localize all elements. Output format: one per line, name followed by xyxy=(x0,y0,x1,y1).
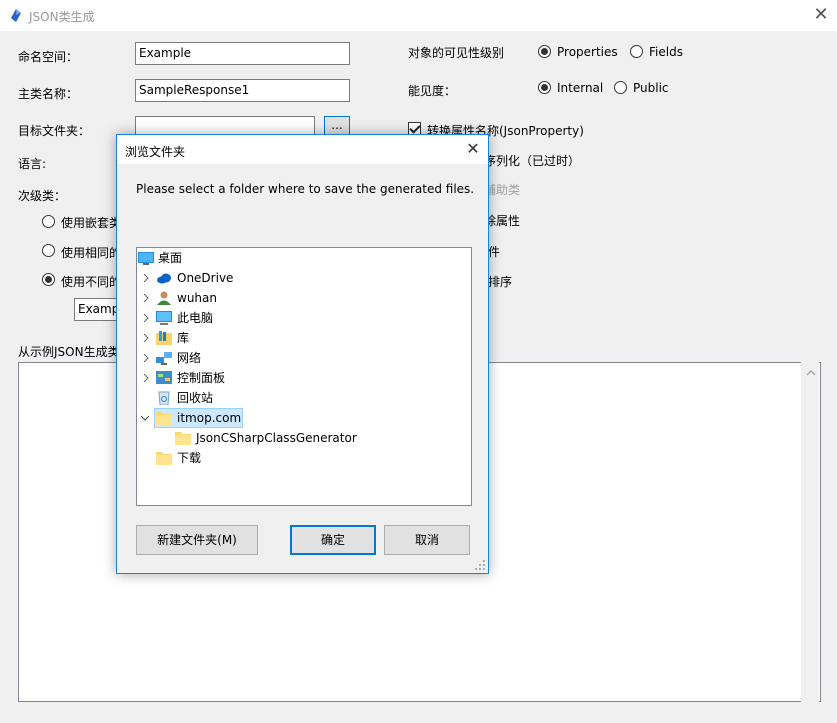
option-remove-attribute-partial: 除属性 xyxy=(484,214,521,228)
secondary-option-radio-1[interactable] xyxy=(42,244,55,257)
network-icon xyxy=(156,352,172,365)
tree-item-label: 网络 xyxy=(177,351,202,365)
folder-tree[interactable]: 桌面 OneDrive wuhan 此电脑 库 网络 控制面板 回收站 itmo… xyxy=(136,247,472,506)
app-icon xyxy=(11,9,21,22)
secondary-option-label-2: 使用不同的 xyxy=(61,275,122,289)
folder-icon xyxy=(156,412,172,425)
scroll-up-icon[interactable] xyxy=(806,369,816,377)
secondary-option-label-0: 使用嵌套类 xyxy=(61,216,122,230)
chevron-right-icon[interactable] xyxy=(142,314,150,322)
close-icon[interactable]: ✕ xyxy=(810,4,832,26)
chevron-right-icon[interactable] xyxy=(142,354,150,362)
desktop-icon xyxy=(138,252,154,265)
option-sort-partial: 排序 xyxy=(488,275,513,289)
tree-item-label: OneDrive xyxy=(177,271,234,285)
from-json-label: 从示例JSON生成类 xyxy=(18,345,120,359)
tree-item-library[interactable]: 库 xyxy=(137,328,471,348)
tree-item-label: 下载 xyxy=(177,451,202,465)
target-folder-label: 目标文件夹： xyxy=(18,124,91,138)
ok-button[interactable]: 确定 xyxy=(290,525,376,555)
folder-icon xyxy=(175,432,191,445)
tree-item-label: 控制面板 xyxy=(177,371,226,385)
chevron-right-icon[interactable] xyxy=(142,274,150,282)
dialog-title: 浏览文件夹 xyxy=(125,145,186,159)
tree-item-control-panel[interactable]: 控制面板 xyxy=(137,368,471,388)
dialog-title-bar: 浏览文件夹 ✕ xyxy=(117,135,488,164)
chevron-right-icon[interactable] xyxy=(142,374,150,382)
tree-item-label: 桌面 xyxy=(158,251,183,265)
onedrive-cloud-icon xyxy=(157,273,171,284)
access-internal-radio[interactable] xyxy=(538,81,551,94)
visibility-fields-radio[interactable] xyxy=(630,45,643,58)
control-panel-icon xyxy=(156,371,172,384)
tree-item-itmop[interactable]: itmop.com xyxy=(137,408,471,428)
user-icon xyxy=(157,291,171,305)
tree-item-user[interactable]: wuhan xyxy=(137,288,471,308)
tree-item-label: wuhan xyxy=(177,291,217,305)
visibility-label: 对象的可见性级别 xyxy=(408,46,505,60)
tree-item-onedrive[interactable]: OneDrive xyxy=(137,268,471,288)
tree-item-label: JsonCSharpClassGenerator xyxy=(196,431,357,445)
access-internal-label: Internal xyxy=(557,81,604,95)
browse-folder-dialog: 浏览文件夹 ✕ Please select a folder where to … xyxy=(116,134,489,574)
dialog-description: Please select a folder where to save the… xyxy=(136,182,475,196)
library-icon xyxy=(156,331,172,345)
secondary-option-radio-0[interactable] xyxy=(42,215,55,228)
main-class-label: 主类名称： xyxy=(18,87,79,101)
namespace-label: 命名空间： xyxy=(18,50,79,64)
chevron-right-icon[interactable] xyxy=(142,334,150,342)
folder-icon xyxy=(156,452,172,465)
tree-item-recycle-bin[interactable]: 回收站 xyxy=(137,388,471,408)
tree-item-label: 回收站 xyxy=(177,391,214,405)
chevron-right-icon[interactable] xyxy=(142,294,150,302)
tree-item-downloads[interactable]: 下载 xyxy=(137,448,471,468)
tree-item-label: 库 xyxy=(177,331,190,345)
window-title: JSON类生成 xyxy=(29,10,95,24)
new-folder-button[interactable]: 新建文件夹(M) xyxy=(136,525,258,555)
recycle-bin-icon xyxy=(158,391,170,405)
option-helper-class-partial: 辅助类 xyxy=(484,183,521,197)
main-class-input[interactable]: SampleResponse1 xyxy=(135,79,350,102)
option-serialization-partial: 序列化（已过时） xyxy=(484,154,581,168)
tree-item-label: itmop.com xyxy=(177,411,242,425)
visibility-properties-radio[interactable] xyxy=(538,45,551,58)
vertical-scrollbar[interactable] xyxy=(801,362,819,702)
namespace-input[interactable]: Example xyxy=(135,42,350,65)
chevron-down-icon[interactable] xyxy=(141,414,149,422)
access-public-radio[interactable] xyxy=(614,81,627,94)
option-file-partial: 件 xyxy=(488,245,501,259)
visibility-properties-label: Properties xyxy=(557,45,618,59)
tree-item-network[interactable]: 网络 xyxy=(137,348,471,368)
visibility-fields-label: Fields xyxy=(649,45,683,59)
tree-item-desktop[interactable]: 桌面 xyxy=(137,248,471,268)
secondary-option-label-1: 使用相同的 xyxy=(61,246,122,260)
tree-item-jsoncsharp[interactable]: JsonCSharpClassGenerator xyxy=(137,428,471,448)
cancel-button[interactable]: 取消 xyxy=(384,525,470,555)
secondary-class-label: 次级类： xyxy=(18,189,67,203)
tree-item-this-pc[interactable]: 此电脑 xyxy=(137,308,471,328)
resize-grip-icon[interactable] xyxy=(475,560,486,571)
computer-icon xyxy=(156,311,172,325)
title-bar: JSON类生成 ✕ xyxy=(0,0,837,31)
access-label: 能见度： xyxy=(408,84,457,98)
access-public-label: Public xyxy=(633,81,669,95)
secondary-option-radio-2[interactable] xyxy=(42,273,55,286)
dialog-close-icon[interactable]: ✕ xyxy=(463,139,483,159)
language-label: 语言: xyxy=(18,157,47,171)
tree-item-label: 此电脑 xyxy=(177,311,214,325)
